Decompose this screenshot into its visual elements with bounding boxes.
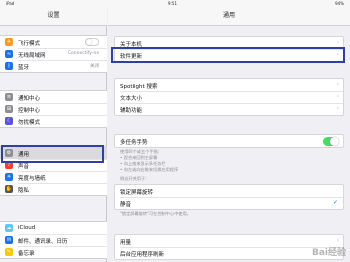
row-label: 锁定屏幕旋转 bbox=[120, 190, 154, 196]
row-label: Spotlight 搜索 bbox=[120, 84, 158, 90]
bluetooth-value: 关闭 bbox=[90, 64, 99, 69]
chevron-right-icon: › bbox=[336, 39, 339, 46]
mail-icon: ✉ bbox=[5, 236, 13, 244]
sidebar-group-accounts: ☁ iCloud ✉ 邮件、通讯录、日历 ✎ 备忘录 bbox=[0, 221, 107, 259]
spotlight-search-row[interactable]: Spotlight 搜索 › bbox=[115, 79, 343, 91]
multitasking-group: 多任务手势 bbox=[114, 134, 344, 148]
accessibility-row[interactable]: 辅助功能 › bbox=[115, 103, 343, 115]
sidebar-item-bluetooth[interactable]: ᛒ 蓝牙 关闭 bbox=[0, 60, 107, 72]
sidebar-item-notes[interactable]: ✎ 备忘录 bbox=[0, 246, 107, 258]
chevron-right-icon: › bbox=[336, 237, 339, 244]
sidebar-item-wifi[interactable]: ≈ 无线局域网 Connectify-nx bbox=[0, 48, 107, 60]
status-bar: iPad 9:51 94% bbox=[0, 0, 350, 8]
sidebar-group-notifications: ≡ 通知中心 ⊞ 控制中心 ☾ 勿扰模式 bbox=[0, 90, 107, 128]
row-label: 文本大小 bbox=[120, 96, 143, 102]
wifi-network-value: Connectify-nx bbox=[67, 51, 99, 56]
note-line: • 向左或向右推来切换应用程序 bbox=[120, 167, 179, 172]
sidebar-item-label: 邮件、通讯录、日历 bbox=[18, 239, 68, 245]
sidebar-item-label: 隐私 bbox=[18, 188, 30, 194]
usage-row[interactable]: 用量 › bbox=[115, 235, 343, 247]
sidebar-item-label: 声音 bbox=[18, 164, 30, 170]
row-label: 静音 bbox=[120, 202, 132, 208]
notification-icon: ≡ bbox=[5, 93, 13, 101]
sidebar-item-do-not-disturb[interactable]: ☾ 勿扰模式 bbox=[0, 115, 107, 127]
cloud-icon: ☁ bbox=[5, 224, 13, 232]
side-switch-header: 侧边开关用于： bbox=[120, 176, 150, 181]
chevron-right-icon: › bbox=[336, 81, 339, 88]
sidebar-item-brightness[interactable]: ☀ 亮度与墙纸 bbox=[0, 171, 107, 183]
watermark: Bai经验 bbox=[311, 248, 346, 258]
bluetooth-icon: ᛒ bbox=[5, 62, 13, 70]
sidebar-item-label: 备忘录 bbox=[18, 251, 35, 257]
moon-icon: ☾ bbox=[5, 117, 13, 125]
row-label: 用量 bbox=[120, 240, 132, 246]
chevron-right-icon: › bbox=[336, 93, 339, 100]
wifi-icon: ≈ bbox=[5, 50, 13, 58]
sidebar-item-privacy[interactable]: ✋ 隐私 bbox=[0, 183, 107, 195]
row-label: 后台应用程序刷新 bbox=[120, 252, 165, 258]
sidebar-item-airplane[interactable]: ✈ 飞行模式 bbox=[0, 36, 107, 48]
sidebar-title: 设置 bbox=[47, 12, 60, 19]
battery-label: 94% bbox=[335, 1, 344, 6]
checkmark-icon: ✓ bbox=[332, 199, 338, 206]
row-label: 多任务手势 bbox=[120, 140, 148, 146]
sidebar-header: 设置 bbox=[0, 8, 107, 26]
airplane-icon: ✈ bbox=[5, 38, 13, 46]
software-update-highlight bbox=[111, 47, 345, 63]
airplane-toggle[interactable] bbox=[85, 38, 99, 46]
background-refresh-row[interactable]: 后台应用程序刷新 › bbox=[115, 247, 343, 259]
sidebar-item-label: 勿扰模式 bbox=[18, 120, 41, 126]
sidebar-item-label: 蓝牙 bbox=[18, 65, 30, 71]
sidebar-item-notification-center[interactable]: ≡ 通知中心 bbox=[0, 91, 107, 103]
chevron-right-icon: › bbox=[336, 105, 339, 112]
brightness-icon: ☀ bbox=[5, 173, 13, 181]
sidebar-item-label: 控制中心 bbox=[18, 108, 41, 114]
sidebar-item-mail[interactable]: ✉ 邮件、通讯录、日历 bbox=[0, 234, 107, 246]
sidebar-item-control-center[interactable]: ⊞ 控制中心 bbox=[0, 103, 107, 115]
sidebar-item-icloud[interactable]: ☁ iCloud bbox=[0, 222, 107, 234]
row-label: 辅助功能 bbox=[120, 108, 143, 114]
general-highlight bbox=[1, 145, 104, 163]
sidebar-item-label: 飞行模式 bbox=[18, 41, 41, 47]
text-size-row[interactable]: 文本大小 › bbox=[115, 91, 343, 103]
multitasking-notes: 使用四个或五个手指： • 捏合来回到主屏幕 • 向上推来显示多任务栏 • 向左或… bbox=[120, 149, 340, 173]
side-switch-note: "锁定屏幕旋转"可在控制中心中使用。 bbox=[120, 211, 191, 216]
sidebar-item-label: 通知中心 bbox=[18, 96, 41, 102]
main-header: 通用 bbox=[108, 8, 350, 26]
sidebar-item-label: 亮度与墙纸 bbox=[18, 176, 46, 182]
notes-icon: ✎ bbox=[5, 248, 13, 256]
control-center-icon: ⊞ bbox=[5, 105, 13, 113]
sidebar-group-connectivity: ✈ 飞行模式 ≈ 无线局域网 Connectify-nx ᛒ 蓝牙 关闭 bbox=[0, 35, 107, 73]
sidebar-item-label: 无线局域网 bbox=[18, 53, 46, 59]
lock-rotation-row[interactable]: 锁定屏幕旋转 bbox=[115, 185, 343, 197]
usage-group: 用量 › 后台应用程序刷新 › bbox=[114, 234, 344, 260]
search-text-group: Spotlight 搜索 › 文本大小 › 辅助功能 › bbox=[114, 78, 344, 116]
mute-row[interactable]: 静音 ✓ bbox=[115, 197, 343, 209]
settings-sidebar: 设置 ✈ 飞行模式 ≈ 无线局域网 Connectify-nx ᛒ 蓝牙 关闭 … bbox=[0, 8, 107, 262]
hand-icon: ✋ bbox=[5, 185, 13, 193]
sidebar-item-label: iCloud bbox=[18, 225, 36, 231]
side-switch-group: 锁定屏幕旋转 静音 ✓ bbox=[114, 184, 344, 210]
clock: 9:51 bbox=[168, 1, 177, 6]
multitasking-gestures-row: 多任务手势 bbox=[115, 135, 343, 147]
multitasking-toggle[interactable] bbox=[323, 137, 339, 146]
page-title: 通用 bbox=[222, 12, 235, 19]
carrier-label: iPad bbox=[6, 1, 15, 6]
